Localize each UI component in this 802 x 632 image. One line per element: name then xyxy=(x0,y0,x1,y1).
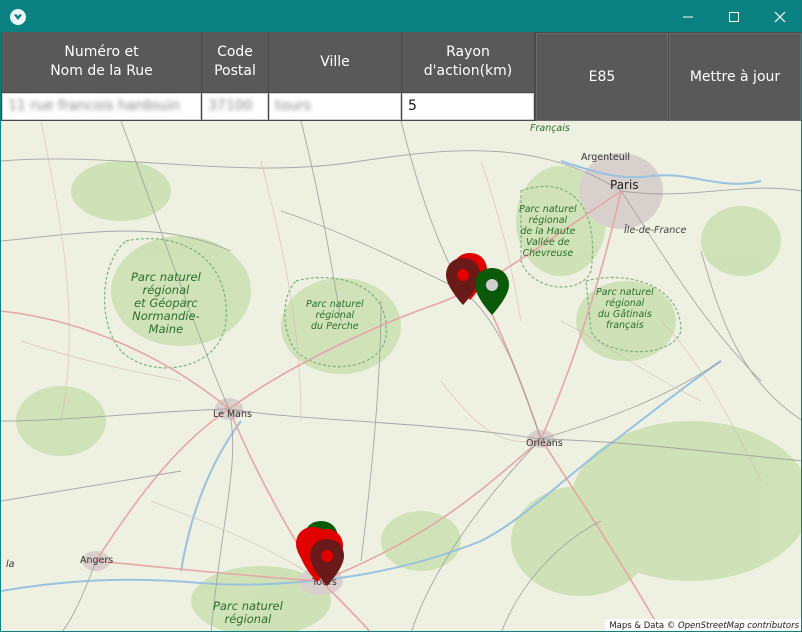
station-marker[interactable] xyxy=(472,266,512,318)
map-label-orleans: Orléans xyxy=(526,438,563,449)
map-label-park-normandie-maine: Parc naturel régional et Géoparc Normand… xyxy=(131,270,201,336)
map-label-francais: Français xyxy=(530,123,570,134)
map-label-park-south: Parc naturel régional xyxy=(213,599,283,626)
update-button[interactable]: Mettre à jour xyxy=(669,33,801,121)
title-bar xyxy=(1,1,801,32)
radius-input[interactable]: 5 xyxy=(402,93,534,120)
map-view[interactable]: Paris Argenteuil Le Mans Orléans Angers … xyxy=(1,121,801,631)
map-label-park-perche: Parc naturel régional du Perche xyxy=(306,299,364,332)
map-label-angers: Angers xyxy=(80,555,114,566)
street-header-label: Numéro et Nom de la Rue xyxy=(50,44,153,79)
radius-input-value: 5 xyxy=(408,98,417,114)
close-button[interactable] xyxy=(757,1,801,32)
map-label-argenteuil: Argenteuil xyxy=(581,152,631,163)
city-header: Ville xyxy=(269,32,401,92)
street-input[interactable]: 11 rue francois hardouin xyxy=(2,93,201,120)
radius-header-label: Rayon d'action(km) xyxy=(423,44,513,79)
city-header-label: Ville xyxy=(320,53,350,70)
map-label-paris: Paris xyxy=(610,178,639,192)
app-icon xyxy=(10,9,26,25)
postal-code-input[interactable]: 37100 xyxy=(202,93,268,120)
map-background xyxy=(1,121,801,631)
city-input-value: tours xyxy=(275,98,311,114)
minimize-button[interactable] xyxy=(665,1,711,32)
attribution-prefix: Maps & Data © xyxy=(609,621,678,631)
search-form: Numéro et Nom de la Rue Code Postal Vill… xyxy=(1,32,801,121)
station-marker[interactable] xyxy=(307,537,347,589)
city-input[interactable]: tours xyxy=(269,93,401,120)
postal-header-label: Code Postal xyxy=(214,44,256,79)
map-label-park-chevreuse: Parc naturel régional de la Haute Vallée… xyxy=(519,204,577,259)
app-window: Numéro et Nom de la Rue Code Postal Vill… xyxy=(0,0,802,632)
attribution-source: OpenStreetMap contributors xyxy=(677,621,799,631)
postal-header: Code Postal xyxy=(202,32,268,92)
postal-code-input-value: 37100 xyxy=(208,98,253,114)
radius-header: Rayon d'action(km) xyxy=(402,32,534,92)
minimize-icon xyxy=(683,16,693,17)
close-icon xyxy=(774,11,786,22)
map-label-park-gatinais: Parc naturel régional du Gâtinais frança… xyxy=(596,287,654,331)
map-label-ile-de-france: Île-de-France xyxy=(624,225,687,236)
street-header: Numéro et Nom de la Rue xyxy=(2,32,201,92)
map-attribution: Maps & Data © OpenStreetMap contributors xyxy=(605,619,801,631)
maximize-button[interactable] xyxy=(711,1,757,32)
map-label-la: la xyxy=(6,559,15,570)
map-label-le-mans: Le Mans xyxy=(213,409,252,420)
fuel-type-button[interactable]: E85 xyxy=(536,33,668,121)
street-input-value: 11 rue francois hardouin xyxy=(8,98,181,114)
maximize-icon xyxy=(729,11,739,22)
